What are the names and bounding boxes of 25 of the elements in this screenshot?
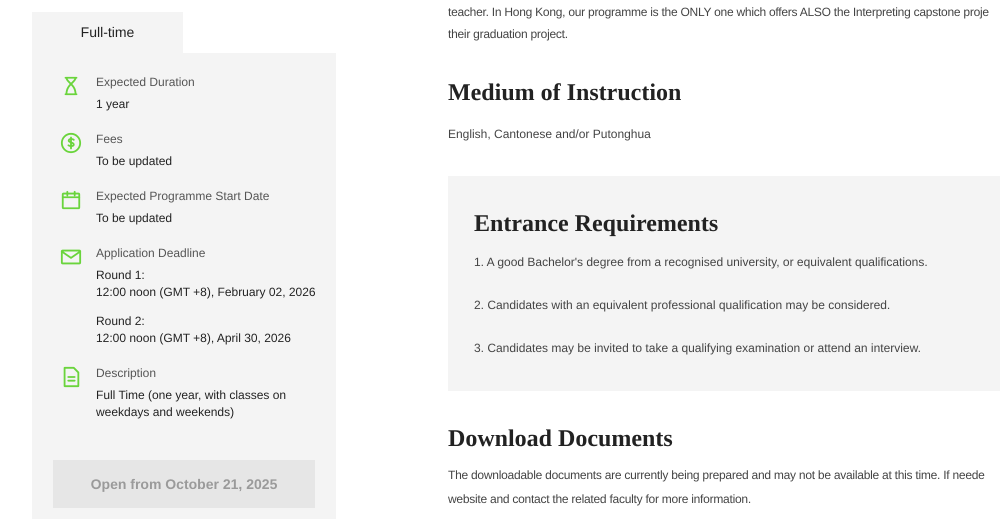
info-value: Round 1: 12:00 noon (GMT +8), February 02, 2026 <box>96 267 316 301</box>
dollar-icon <box>60 132 82 154</box>
info-label: Expected Duration <box>96 74 195 91</box>
info-value: To be updated <box>96 210 174 227</box>
intro-text: their graduation project. <box>448 26 569 43</box>
info-label: Fees <box>96 131 124 148</box>
requirement-text: 2. Candidates with an equivalent professional qualification may be considered. <box>474 297 892 313</box>
info-label: Expected Programme Start Date <box>96 188 270 205</box>
tab[interactable]: Full-time <box>32 12 183 53</box>
medium-text: English, Cantonese and/or Putonghua <box>448 126 652 143</box>
info-label: Application Deadline <box>96 245 206 262</box>
info-value: Round 2: 12:00 noon (GMT +8), April 30, 2026 <box>96 313 292 347</box>
section-heading: Medium of Instruction <box>448 79 682 108</box>
requirement-text: 1. A good Bachelor's degree from a recognised university, or equivalent qualifications. <box>474 254 929 270</box>
info-value: To be updated <box>96 153 172 170</box>
section-heading: Download Documents <box>448 425 674 454</box>
downloads-text: The downloadable documents are currently being prepared and may not be available at this time. If neede <box>448 467 986 484</box>
calendar-icon <box>60 189 82 211</box>
info-label: Description <box>96 365 158 382</box>
downloads-text: website and contact the related faculty for more information. <box>448 491 752 508</box>
info-value: 1 year <box>96 96 130 113</box>
requirement-text: 3. Candidates may be invited to take a qualifying examination or attend an interview. <box>474 340 922 356</box>
info-value: Full Time (one year, with classes on weekdays and weekends) <box>96 387 288 421</box>
intro-text: teacher. In Hong Kong, our programme is the ONLY one which offers ALSO the Interpreting capstone proje <box>448 4 990 21</box>
section-heading: Entrance Requirements <box>474 210 720 239</box>
